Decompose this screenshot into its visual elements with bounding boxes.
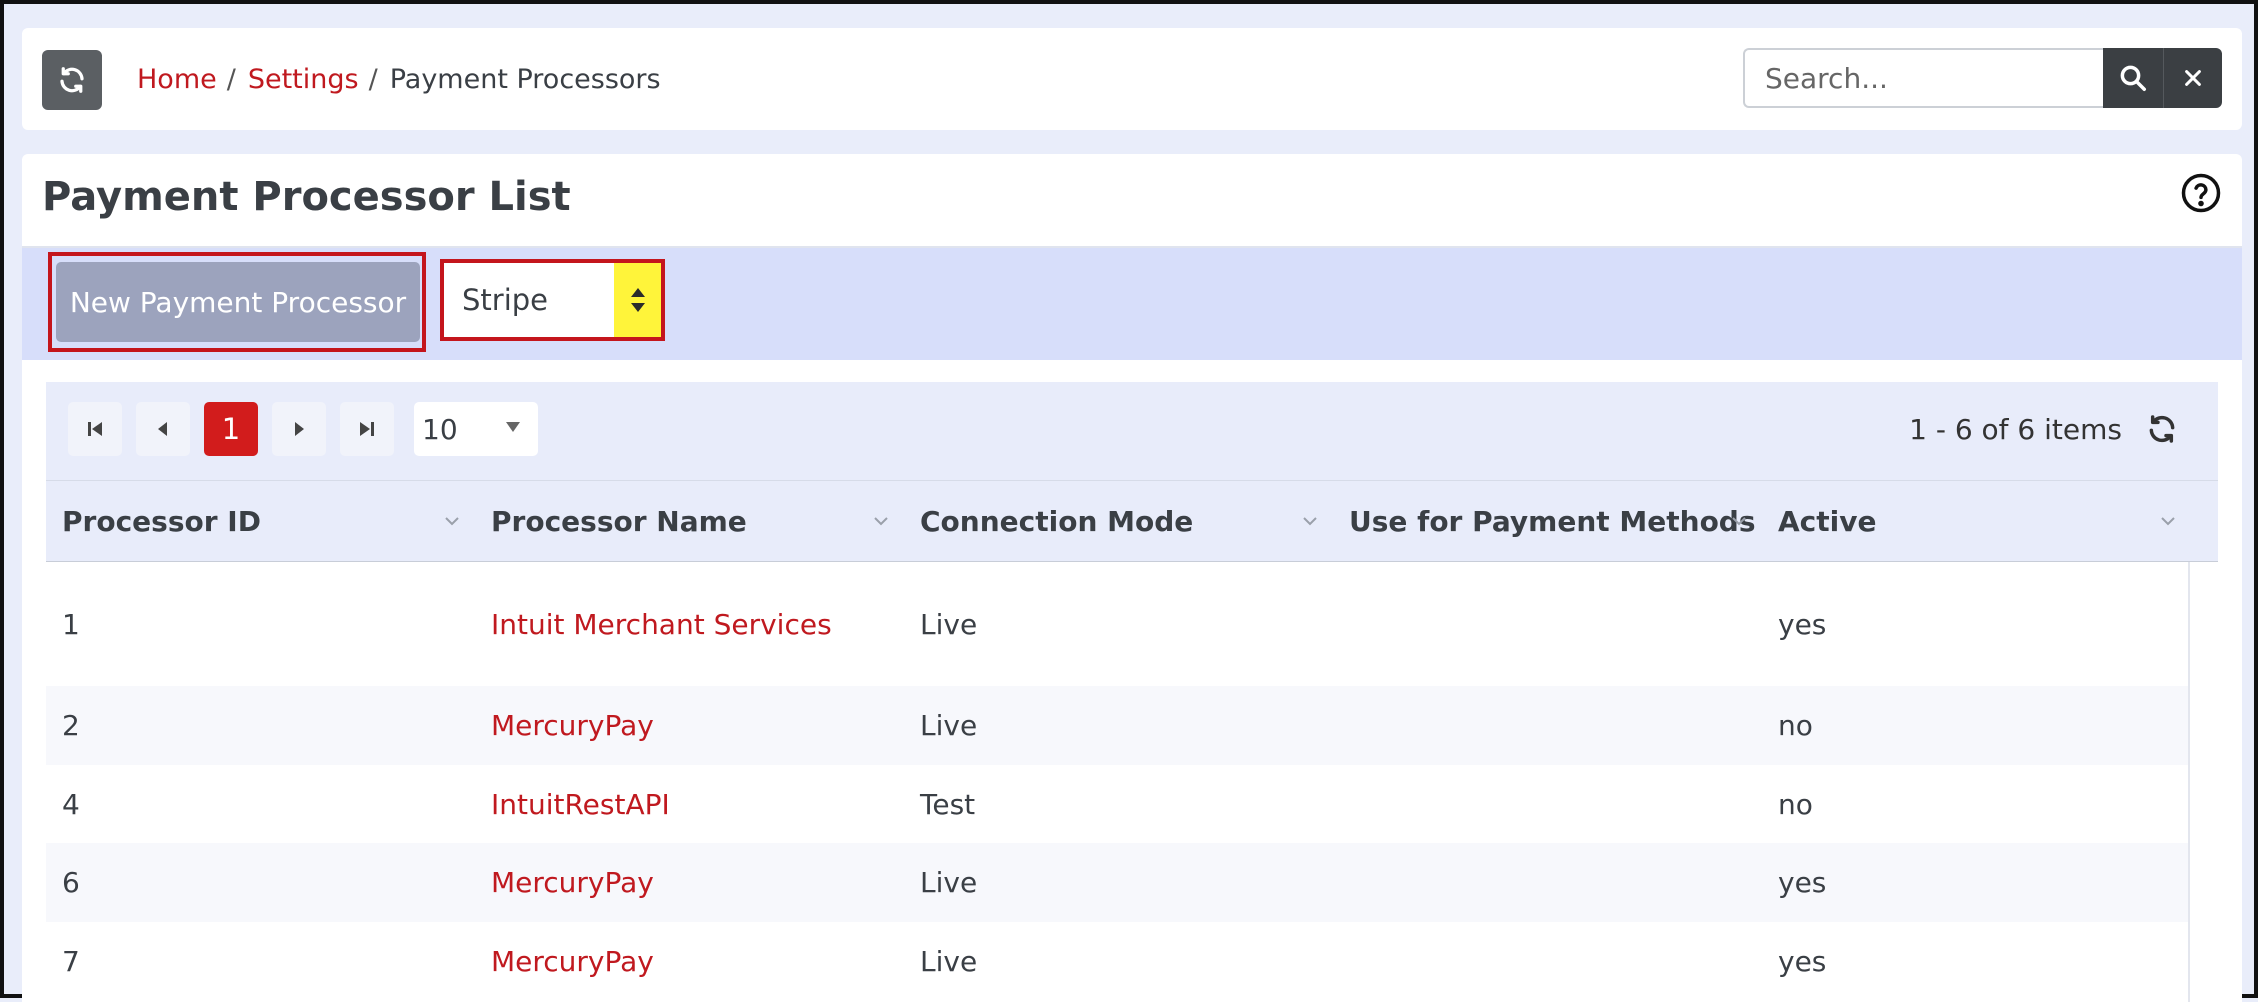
sort-arrows-icon <box>630 288 645 312</box>
page-title: Payment Processor List <box>42 174 571 220</box>
page-button-current[interactable]: 1 <box>204 402 258 456</box>
table-row[interactable]: 4 IntuitRestAPI Test no <box>46 765 2188 843</box>
vertical-scrollbar[interactable] <box>2188 562 2220 1002</box>
table-header: Processor ID Processor Name Connection M… <box>46 480 2218 563</box>
next-page-button[interactable] <box>272 402 326 456</box>
breadcrumb-current: Payment Processors <box>389 63 661 95</box>
close-icon <box>2185 70 2201 86</box>
toolbar: New Payment Processor Stripe <box>22 246 2242 360</box>
pager: 1 10 1 - 6 of 6 items <box>46 382 2218 480</box>
chevron-down-icon[interactable] <box>1729 511 1749 531</box>
table-row[interactable]: 6 MercuryPay Live yes <box>46 843 2188 922</box>
prev-page-button[interactable] <box>136 402 190 456</box>
table-row[interactable]: 2 MercuryPay Live no <box>46 686 2188 765</box>
cell-connection-mode: Live <box>920 944 978 978</box>
clear-search-button[interactable] <box>2164 48 2222 108</box>
cell-processor-name-link[interactable]: MercuryPay <box>491 922 654 1000</box>
processor-type-select-value[interactable]: Stripe <box>462 259 548 341</box>
cell-processor-name-link[interactable]: IntuitRestAPI <box>491 765 670 843</box>
processor-grid: 1 10 1 - 6 of 6 items Processor ID Proce… <box>46 382 2220 1002</box>
chevron-down-icon[interactable] <box>1300 511 1320 531</box>
search-button[interactable] <box>2103 48 2164 108</box>
breadcrumb-separator: / <box>368 63 378 95</box>
breadcrumb-separator: / <box>226 63 236 95</box>
cell-active: yes <box>1778 866 1827 899</box>
cell-active: yes <box>1778 607 1827 641</box>
new-payment-processor-button[interactable]: New Payment Processor <box>56 262 420 342</box>
top-bar: Home / Settings / Payment Processors <box>22 28 2242 130</box>
cell-processor-id: 1 <box>62 607 80 641</box>
cell-connection-mode: Live <box>920 607 978 641</box>
cell-active: no <box>1778 709 1813 742</box>
search-icon <box>2120 65 2146 91</box>
refresh-icon[interactable] <box>2146 413 2178 445</box>
help-circle-icon[interactable] <box>2180 172 2222 214</box>
chevron-down-icon[interactable] <box>871 511 891 531</box>
cell-processor-name-link[interactable]: MercuryPay <box>491 843 654 922</box>
prev-page-icon <box>158 422 167 436</box>
cell-connection-mode: Test <box>920 787 976 821</box>
cell-processor-id: 6 <box>62 866 80 899</box>
last-page-button[interactable] <box>340 402 394 456</box>
main-panel: Payment Processor List New Payment Proce… <box>22 154 2242 1002</box>
cell-connection-mode: Live <box>920 866 978 899</box>
first-page-icon <box>88 422 102 436</box>
cell-processor-name-link[interactable]: MercuryPay <box>491 686 654 765</box>
first-page-button[interactable] <box>68 402 122 456</box>
column-header-processor-id[interactable]: Processor ID <box>62 481 261 561</box>
select-arrows-icon[interactable] <box>614 263 661 337</box>
page-size-select[interactable]: 10 <box>414 402 538 456</box>
breadcrumb-settings-link[interactable]: Settings <box>248 64 359 95</box>
next-page-icon <box>295 422 304 436</box>
breadcrumb: Home / Settings / Payment Processors <box>137 28 661 130</box>
search-box <box>1743 48 2222 108</box>
cell-active: no <box>1778 787 1813 821</box>
breadcrumb-home-link[interactable]: Home <box>137 64 217 95</box>
cell-processor-id: 4 <box>62 787 80 821</box>
cell-active: yes <box>1778 944 1827 978</box>
column-header-use-for-payment-methods[interactable]: Use for Payment Methods <box>1349 481 1756 561</box>
column-header-connection-mode[interactable]: Connection Mode <box>920 481 1193 561</box>
page-size-value: 10 <box>422 412 458 446</box>
table-body: 1 Intuit Merchant Services Live yes 2 Me… <box>46 562 2220 1002</box>
items-info: 1 - 6 of 6 items <box>1909 412 2122 446</box>
chevron-down-icon[interactable] <box>442 511 462 531</box>
column-header-active[interactable]: Active <box>1778 481 1877 561</box>
table-row[interactable]: 1 Intuit Merchant Services Live yes <box>46 562 2188 686</box>
search-input[interactable] <box>1743 48 2103 108</box>
table-row[interactable]: 7 MercuryPay Live yes <box>46 922 2188 1000</box>
refresh-button[interactable] <box>42 50 102 110</box>
caret-down-icon <box>506 422 520 432</box>
cell-connection-mode: Live <box>920 709 978 742</box>
chevron-down-icon[interactable] <box>2158 511 2178 531</box>
cell-processor-id: 2 <box>62 709 80 742</box>
column-header-processor-name[interactable]: Processor Name <box>491 481 747 561</box>
cell-processor-id: 7 <box>62 944 80 978</box>
last-page-icon <box>360 422 374 436</box>
refresh-icon <box>60 67 84 93</box>
cell-processor-name-link[interactable]: Intuit Merchant Services <box>491 562 832 686</box>
